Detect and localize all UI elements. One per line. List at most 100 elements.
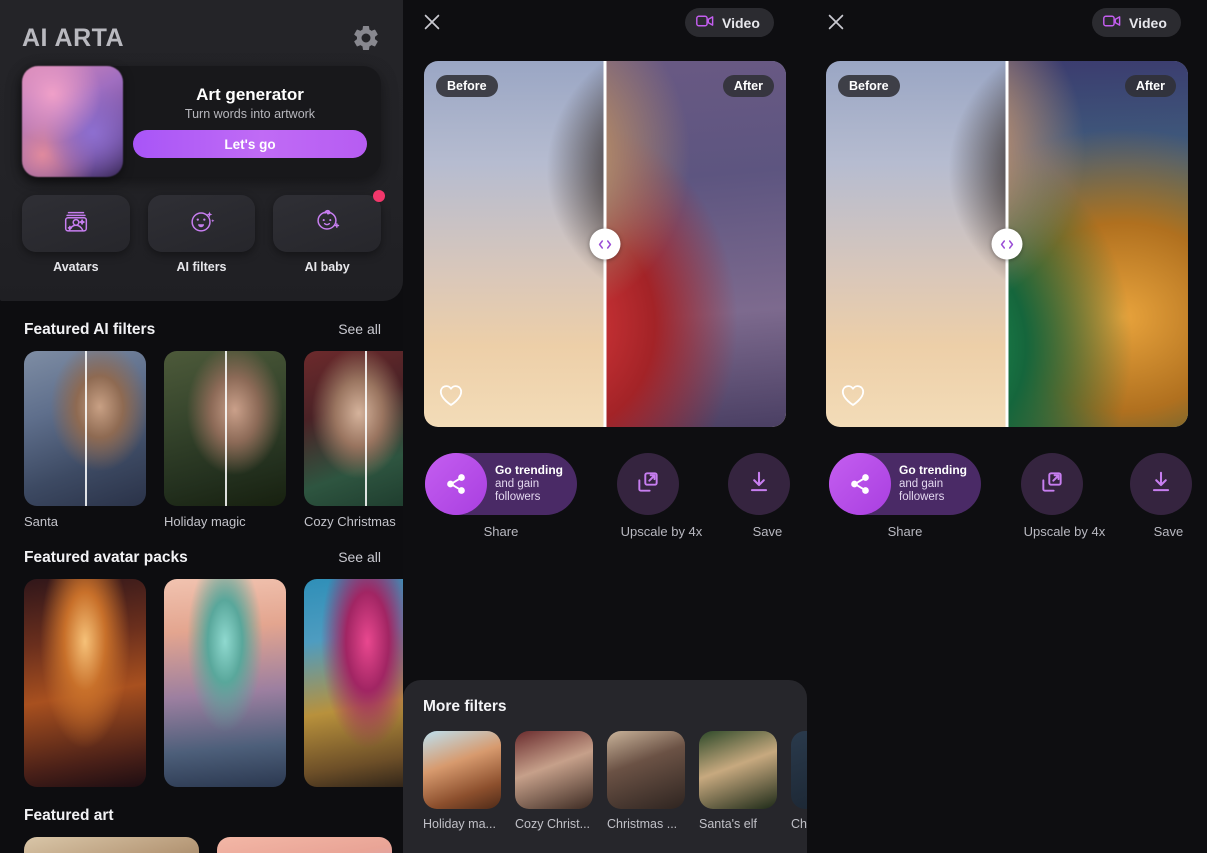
before-label-2: Before	[838, 75, 900, 97]
share-promo-line3: followers	[495, 491, 541, 504]
avatar-frame-icon	[61, 206, 91, 241]
upscale-label-1: Upscale by 4x	[620, 524, 703, 539]
share-button-2[interactable]: Go trending and gain followers	[829, 453, 981, 515]
filter-thumbnail[interactable]	[164, 351, 286, 506]
more-filters-row-1[interactable]: Holiday ma... Cozy Christ... Christmas .…	[403, 731, 807, 831]
section-header-featured-ai-filters: Featured AI filters See all	[0, 301, 403, 351]
save-label-1: Save	[752, 524, 783, 539]
upscale-button-1[interactable]	[617, 453, 679, 515]
video-chip-label: Video	[1129, 14, 1167, 31]
result-panels: Video Before After Go trending and gain …	[403, 0, 1207, 853]
quick-action-ai-baby[interactable]: AI baby	[273, 190, 386, 274]
share-icon	[829, 453, 891, 515]
list-item[interactable]	[24, 579, 146, 787]
promo-thumbnail	[22, 66, 123, 177]
left-right-chevron-icon[interactable]	[589, 228, 621, 260]
list-item[interactable]	[164, 579, 286, 787]
sidebar-header: AI ARTA	[0, 0, 403, 62]
see-all-featured-ai-filters[interactable]: See all	[338, 321, 381, 337]
more-filters-title-1: More filters	[423, 698, 507, 715]
gear-icon[interactable]	[351, 23, 381, 53]
filter-thumbnail[interactable]	[699, 731, 777, 809]
filter-thumbnail[interactable]	[607, 731, 685, 809]
quick-action-ai-baby-card[interactable]	[273, 195, 382, 252]
ai-baby-new-badge	[373, 190, 386, 202]
panel-1-actions: Go trending and gain followers Share Ups…	[403, 453, 807, 539]
list-item[interactable]: Cozy Christmas	[304, 351, 403, 529]
after-label-1: After	[722, 75, 774, 97]
filter-thumbnail[interactable]	[515, 731, 593, 809]
sidebar-hero-region: AI ARTA Art generator Turn words into ar…	[0, 0, 403, 301]
section-header-featured-art: Featured art	[0, 787, 403, 837]
list-item[interactable]: Cozy Christ...	[515, 731, 593, 831]
list-item[interactable]: Santa's elf	[699, 731, 777, 831]
save-button-1[interactable]	[727, 453, 790, 515]
before-after-preview-2[interactable]: Before After	[826, 61, 1188, 427]
upscale-label-2: Upscale by 4x	[1023, 524, 1106, 539]
share-promo-text-1: Go trending and gain followers	[495, 463, 563, 504]
share-promo-line3: followers	[899, 491, 945, 504]
section-title: Featured avatar packs	[24, 549, 188, 566]
list-item[interactable]	[304, 579, 403, 787]
see-all-featured-avatar-packs[interactable]: See all	[338, 549, 381, 565]
app-title: AI ARTA	[22, 23, 125, 52]
after-label-2: After	[1124, 75, 1176, 97]
panel-2-actions: Go trending and gain followers Share Ups…	[807, 453, 1207, 539]
app-root: AI ARTA Art generator Turn words into ar…	[0, 0, 1207, 853]
list-item[interactable]: Holiday ma...	[423, 731, 501, 831]
promo-body: Art generator Turn words into artwork Le…	[123, 85, 381, 158]
expand-arrow-icon	[635, 469, 661, 500]
share-action-2[interactable]: Go trending and gain followers Share	[829, 453, 981, 539]
share-promo-text-2: Go trending and gain followers	[899, 463, 967, 504]
download-icon	[1148, 469, 1174, 500]
list-item[interactable]	[24, 837, 199, 853]
share-promo-line1: Go trending	[899, 463, 967, 478]
before-after-preview-1[interactable]: Before After	[424, 61, 786, 427]
list-item[interactable]: Santa	[24, 351, 146, 529]
lets-go-button[interactable]: Let's go	[133, 130, 367, 158]
share-promo-line2: and gain	[495, 477, 540, 490]
list-item[interactable]: Holiday magic	[164, 351, 286, 529]
upscale-action-1[interactable]: Upscale by 4x	[617, 453, 706, 539]
section-title: Featured art	[24, 807, 114, 824]
list-item[interactable]: Ch	[791, 731, 807, 831]
save-action-2[interactable]: Save	[1129, 453, 1207, 539]
quick-action-avatars-card[interactable]	[22, 195, 130, 252]
art-generator-promo-card[interactable]: Art generator Turn words into artwork Le…	[22, 66, 381, 177]
filter-thumbnail[interactable]	[791, 731, 807, 809]
section-header-featured-avatar-packs: Featured avatar packs See all	[0, 529, 403, 579]
heart-icon[interactable]	[438, 383, 464, 409]
save-label-2: Save	[1153, 524, 1184, 539]
share-promo-line1: Go trending	[495, 463, 563, 478]
video-toggle-chip-1[interactable]: Video	[685, 8, 774, 37]
featured-avatar-packs-row[interactable]	[0, 579, 403, 787]
share-action-1[interactable]: Go trending and gain followers Share	[425, 453, 577, 539]
list-item[interactable]: Christmas ...	[607, 731, 685, 831]
section-title: Featured AI filters	[24, 321, 156, 338]
heart-icon[interactable]	[840, 383, 866, 409]
quick-action-avatars[interactable]: Avatars	[22, 195, 130, 274]
close-icon[interactable]	[421, 11, 443, 33]
quick-action-avatars-label: Avatars	[53, 260, 99, 274]
filter-label: Holiday magic	[164, 514, 246, 529]
filter-thumbnail[interactable]	[423, 731, 501, 809]
upscale-action-2[interactable]: Upscale by 4x	[1021, 453, 1108, 539]
share-label-1: Share	[483, 524, 519, 539]
featured-art-row[interactable]	[0, 837, 403, 853]
video-toggle-chip-2[interactable]: Video	[1092, 8, 1181, 37]
featured-ai-filters-row[interactable]: Santa Holiday magic Cozy Christmas	[0, 351, 403, 529]
share-button-1[interactable]: Go trending and gain followers	[425, 453, 577, 515]
quick-action-ai-filters[interactable]: AI filters	[147, 195, 256, 274]
share-label-2: Share	[887, 524, 923, 539]
filter-thumbnail[interactable]	[24, 351, 146, 506]
quick-action-ai-filters-card[interactable]	[147, 195, 256, 252]
filter-thumbnail[interactable]	[304, 351, 403, 506]
left-right-chevron-icon[interactable]	[991, 228, 1023, 260]
close-icon[interactable]	[825, 11, 847, 33]
save-button-2[interactable]	[1129, 453, 1192, 515]
list-item[interactable]	[217, 837, 392, 853]
filter-label: Santa	[24, 514, 58, 529]
sidebar-content-scroll[interactable]: Featured AI filters See all Santa Holida…	[0, 301, 403, 853]
upscale-button-2[interactable]	[1021, 453, 1083, 515]
save-action-1[interactable]: Save	[727, 453, 807, 539]
